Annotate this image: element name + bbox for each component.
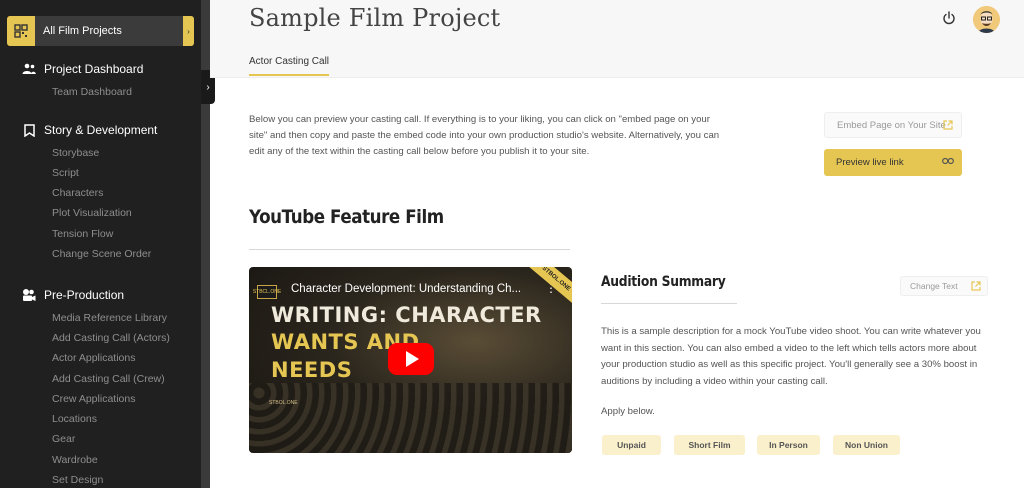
sidebar-item-add-casting-call-actors[interactable]: Add Casting Call (Actors) xyxy=(52,332,170,344)
thumbnail-watermark: STBOL.ONE xyxy=(269,400,298,406)
tag-in-person: In Person xyxy=(757,435,820,455)
sidebar-item-change-scene-order[interactable]: Change Scene Order xyxy=(52,248,151,260)
sidebar-item-wardrobe[interactable]: Wardrobe xyxy=(52,454,98,466)
thumbnail-text-line-3: NEEDS xyxy=(271,358,353,382)
sidebar-item-add-casting-call-crew[interactable]: Add Casting Call (Crew) xyxy=(52,373,165,385)
audition-summary-title: Audition Summary xyxy=(601,274,726,290)
nav-section-label: Project Dashboard xyxy=(44,62,144,76)
embed-page-button[interactable]: Embed Page on Your Site xyxy=(824,112,962,138)
video-thumbnail-background xyxy=(249,383,572,453)
channel-logo[interactable]: STBCL.ONE xyxy=(253,285,281,299)
bookmark-icon xyxy=(22,123,36,137)
team-icon xyxy=(22,62,36,76)
sidebar-item-actor-applications[interactable]: Actor Applications xyxy=(52,352,135,364)
sidebar-item-media-reference-library[interactable]: Media Reference Library xyxy=(52,312,167,324)
change-text-label: Change Text xyxy=(910,281,958,291)
header: Sample Film Project Actor Casting Call xyxy=(210,0,1024,78)
tag-non-union: Non Union xyxy=(833,435,900,455)
preview-live-link-label: Preview live link xyxy=(836,157,904,168)
external-link-icon xyxy=(943,120,953,130)
nav-section-pre-production[interactable]: Pre-Production xyxy=(22,288,124,302)
avatar[interactable] xyxy=(973,6,1000,33)
all-film-projects-button[interactable]: All Film Projects › xyxy=(7,16,194,46)
sidebar-item-characters[interactable]: Characters xyxy=(52,187,103,199)
video-title[interactable]: Character Development: Understanding Ch.… xyxy=(291,283,521,295)
sidebar-item-locations[interactable]: Locations xyxy=(52,413,97,425)
power-icon[interactable] xyxy=(942,11,956,25)
tag-unpaid: Unpaid xyxy=(602,435,661,455)
link-icon xyxy=(942,157,954,168)
tag-short-film: Short Film xyxy=(674,435,745,455)
nav-section-label: Story & Development xyxy=(44,123,158,137)
external-link-icon xyxy=(971,281,981,291)
nav-section-project-dashboard[interactable]: Project Dashboard xyxy=(22,62,143,76)
play-icon xyxy=(406,351,419,367)
divider xyxy=(249,249,570,250)
sidebar-item-storybase[interactable]: Storybase xyxy=(52,147,99,159)
apply-text: Apply below. xyxy=(601,406,655,417)
nav-section-story-development[interactable]: Story & Development xyxy=(22,123,157,137)
preview-live-link-button[interactable]: Preview live link xyxy=(824,149,962,176)
sidebar-item-script[interactable]: Script xyxy=(52,167,79,179)
sidebar: All Film Projects › Project Dashboard Te… xyxy=(0,0,201,488)
all-film-projects-label: All Film Projects xyxy=(43,25,122,37)
tab-actor-casting-call[interactable]: Actor Casting Call xyxy=(249,56,330,76)
grid-icon xyxy=(7,16,35,46)
chevron-right-icon: › xyxy=(183,16,194,46)
sidebar-item-crew-applications[interactable]: Crew Applications xyxy=(52,393,135,405)
video-embed[interactable]: STBCL.ONE Character Development: Underst… xyxy=(249,267,572,453)
sidebar-item-gear[interactable]: Gear xyxy=(52,433,75,445)
film-icon xyxy=(22,288,36,302)
audition-description: This is a sample description for a mock … xyxy=(601,326,981,387)
film-title: YouTube Feature Film xyxy=(249,206,444,228)
divider xyxy=(601,303,737,304)
sidebar-item-team-dashboard[interactable]: Team Dashboard xyxy=(52,86,132,98)
change-text-button[interactable]: Change Text xyxy=(900,276,988,296)
sidebar-item-set-design[interactable]: Set Design xyxy=(52,474,103,486)
intro-text: Below you can preview your casting call.… xyxy=(249,114,720,157)
thumbnail-text-line-1: WRITING: CHARACTER xyxy=(271,303,542,327)
nav-section-label: Pre-Production xyxy=(44,288,125,302)
sidebar-item-plot-visualization[interactable]: Plot Visualization xyxy=(52,207,132,219)
play-button[interactable] xyxy=(388,343,434,375)
embed-page-label: Embed Page on Your Site xyxy=(837,119,946,131)
page-title: Sample Film Project xyxy=(249,4,501,32)
sidebar-item-tension-flow[interactable]: Tension Flow xyxy=(52,228,113,240)
